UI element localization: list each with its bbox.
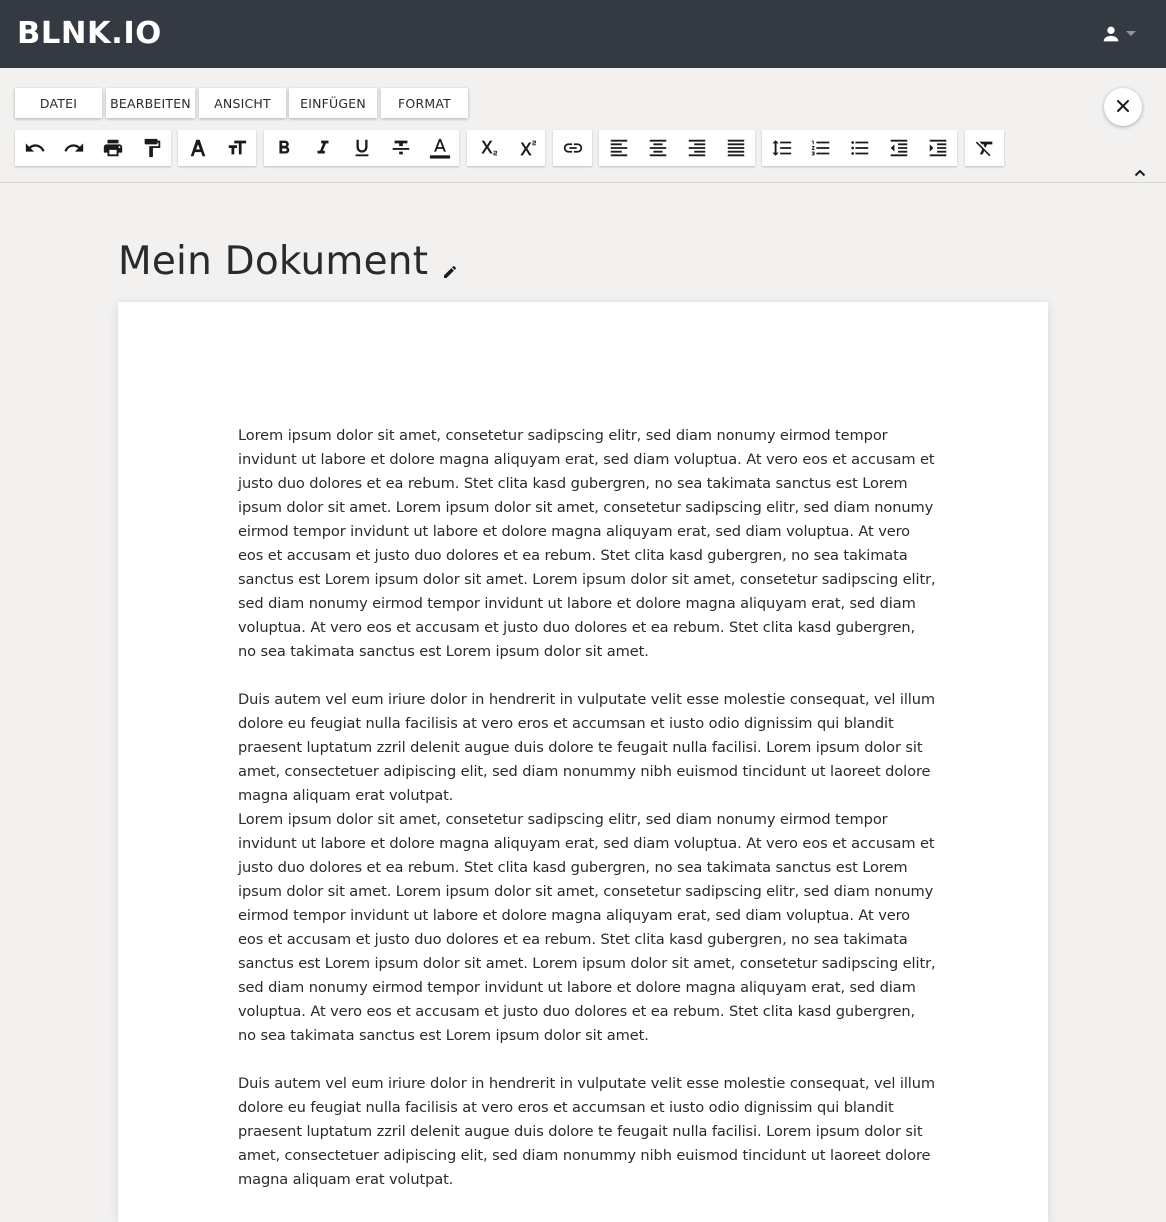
font-family-icon [187, 137, 209, 159]
numbered-list-button[interactable] [801, 130, 840, 166]
align-center-button[interactable] [638, 130, 677, 166]
document-page: Lorem ipsum dolor sit amet, consetetur s… [118, 302, 1048, 1222]
line-height-button[interactable] [762, 130, 801, 166]
toolbar-group-script [467, 130, 545, 166]
close-button[interactable] [1104, 88, 1142, 126]
app-logo[interactable]: BLNK.IO [17, 14, 162, 54]
toolbar-group-align [599, 130, 755, 166]
document-body[interactable]: Lorem ipsum dolor sit amet, consetetur s… [238, 424, 936, 1192]
underline-button[interactable] [342, 130, 381, 166]
menu-format[interactable]: FORMAT [381, 88, 468, 118]
superscript-button[interactable] [506, 130, 545, 166]
toolbar-group-lists [762, 130, 957, 166]
bullet-list-button[interactable] [840, 130, 879, 166]
redo-button[interactable] [54, 130, 93, 166]
font-size-icon [226, 137, 248, 159]
numbered-list-icon [810, 137, 832, 159]
align-justify-icon [725, 137, 747, 159]
link-icon [562, 137, 584, 159]
toolbar-group-link [553, 130, 592, 166]
paragraph: Lorem ipsum dolor sit amet, consetetur s… [238, 427, 936, 660]
user-icon [1100, 23, 1122, 45]
italic-icon [312, 137, 334, 159]
toolbar-group-clear [965, 130, 1004, 166]
line-height-icon [771, 137, 793, 159]
text-color-icon [429, 136, 451, 160]
menu-ansicht[interactable]: ANSICHT [199, 88, 286, 118]
print-button[interactable] [93, 130, 132, 166]
align-justify-button[interactable] [716, 130, 755, 166]
print-icon [102, 137, 124, 159]
align-left-icon [608, 137, 630, 159]
collapse-toolbar-button[interactable] [1131, 164, 1149, 178]
link-button[interactable] [553, 130, 592, 166]
strikethrough-button[interactable] [381, 130, 420, 166]
user-menu-button[interactable] [1100, 20, 1146, 48]
font-family-button[interactable] [178, 130, 217, 166]
redo-icon [63, 137, 85, 159]
close-icon [1116, 98, 1130, 117]
undo-button[interactable] [15, 130, 54, 166]
clear-formatting-button[interactable] [965, 130, 1004, 166]
menu-bearbeiten[interactable]: BEARBEITEN [106, 88, 195, 118]
undo-icon [24, 137, 46, 159]
outdent-button[interactable] [879, 130, 918, 166]
align-left-button[interactable] [599, 130, 638, 166]
format-painter-icon [141, 137, 163, 159]
italic-button[interactable] [303, 130, 342, 166]
document-title: Mein Dokument [118, 230, 458, 294]
document-title-text: Mein Dokument [118, 239, 429, 284]
format-painter-button[interactable] [132, 130, 171, 166]
menu-einfuegen[interactable]: EINFÜGEN [289, 88, 377, 118]
paragraph: Lorem ipsum dolor sit amet, consetetur s… [238, 811, 936, 1044]
menu-datei[interactable]: DATEI [15, 88, 102, 118]
paragraph: Duis autem vel eum iriure dolor in hendr… [238, 1075, 935, 1188]
paragraph: Duis autem vel eum iriure dolor in hendr… [238, 691, 935, 804]
outdent-icon [888, 137, 910, 159]
subscript-button[interactable] [467, 130, 506, 166]
clear-formatting-icon [974, 137, 996, 159]
pencil-icon[interactable] [442, 242, 458, 294]
indent-icon [927, 137, 949, 159]
toolbar-group-font [178, 130, 256, 166]
caret-down-icon [1126, 31, 1136, 37]
chevron-up-icon [1134, 162, 1146, 181]
text-color-button[interactable] [420, 130, 459, 166]
bold-icon [273, 137, 295, 159]
editor-toolbar: DATEI BEARBEITEN ANSICHT EINFÜGEN FORMAT [0, 68, 1166, 183]
align-right-icon [686, 137, 708, 159]
align-center-icon [647, 137, 669, 159]
bold-button[interactable] [264, 130, 303, 166]
font-size-button[interactable] [217, 130, 256, 166]
indent-button[interactable] [918, 130, 957, 166]
top-bar: BLNK.IO [0, 0, 1166, 68]
toolbar-group-history [15, 130, 171, 166]
align-right-button[interactable] [677, 130, 716, 166]
bullet-list-icon [849, 137, 871, 159]
subscript-icon [476, 137, 498, 159]
superscript-icon [515, 137, 537, 159]
underline-icon [351, 137, 373, 159]
strikethrough-icon [390, 137, 412, 159]
toolbar-group-style [264, 130, 459, 166]
